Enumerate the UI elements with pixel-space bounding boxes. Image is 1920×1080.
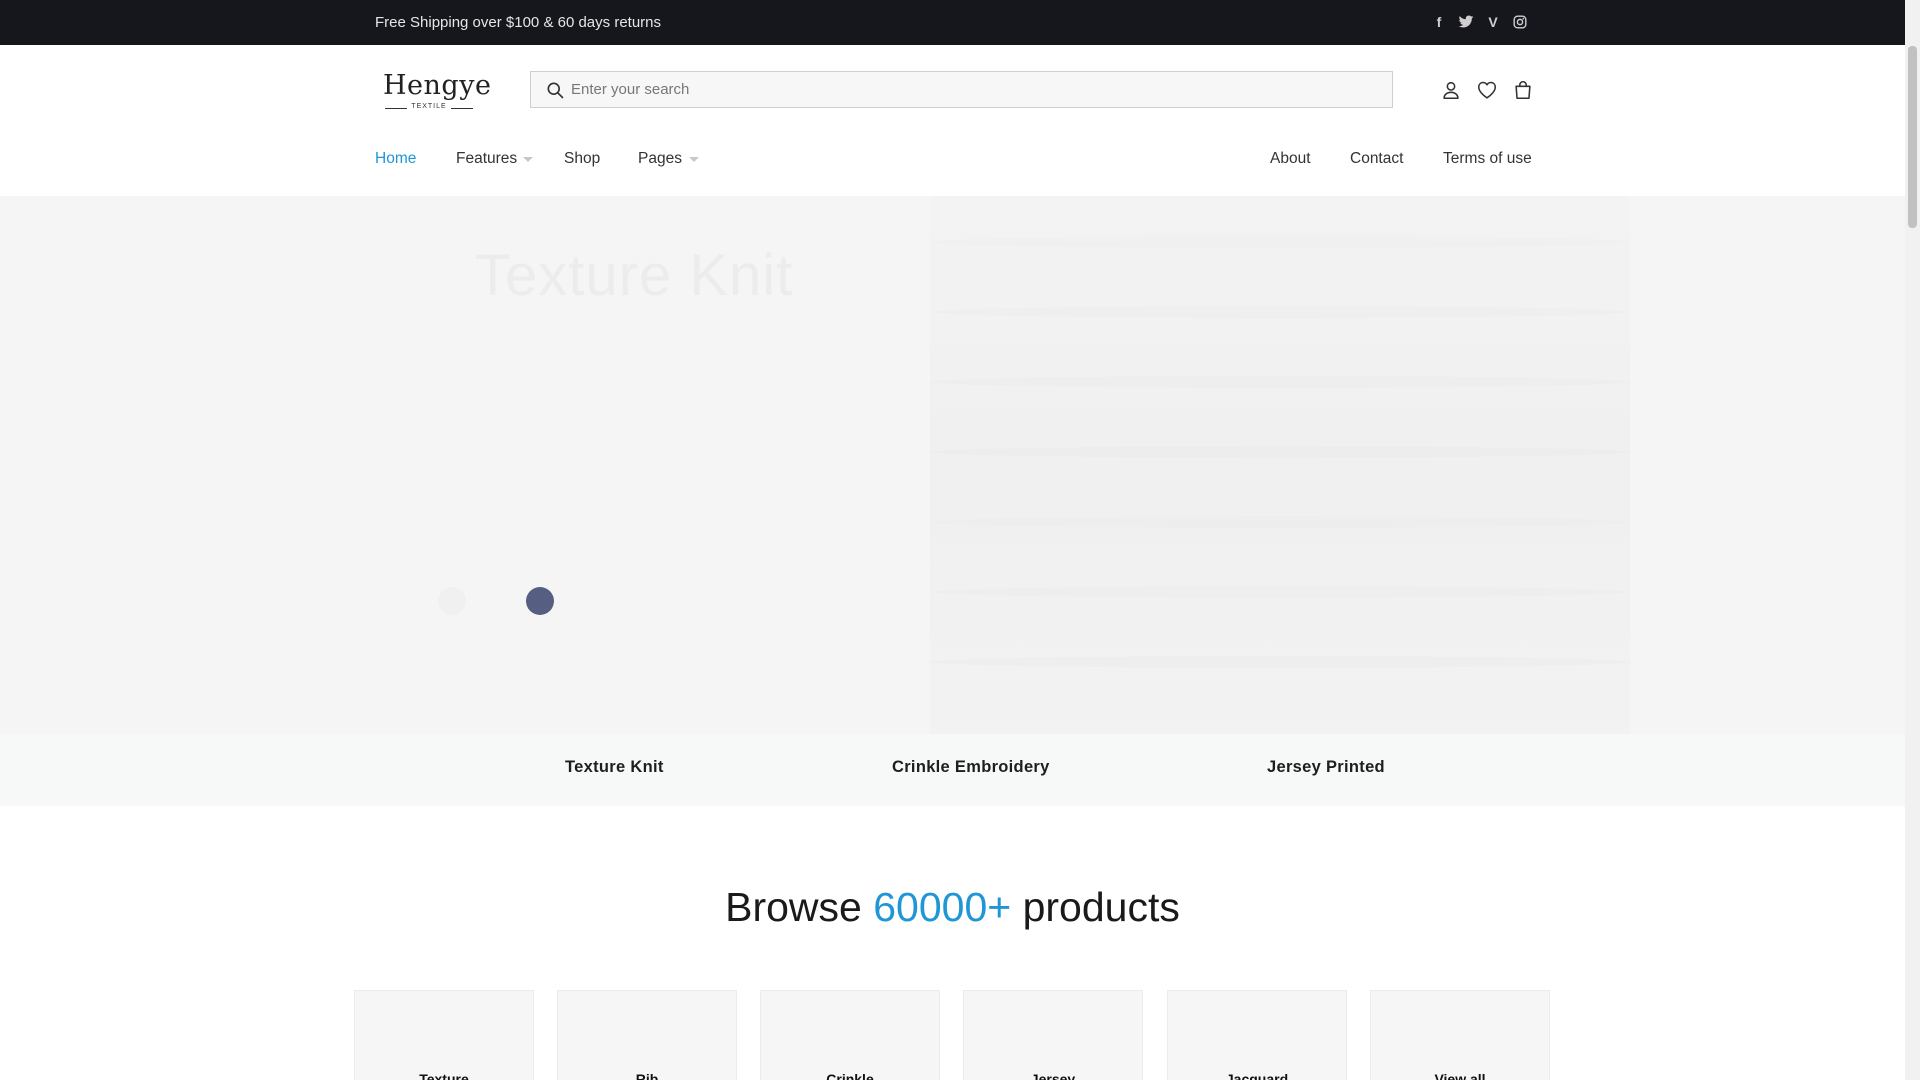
- category-card[interactable]: Crinkle: [760, 990, 940, 1080]
- search-icon[interactable]: [545, 80, 565, 100]
- category-label: View all: [1434, 1071, 1486, 1080]
- user-icon[interactable]: [1440, 79, 1462, 101]
- slider-dot[interactable]: [438, 587, 466, 615]
- nav-home[interactable]: Home: [375, 150, 416, 168]
- nav-pages[interactable]: Pages: [638, 150, 682, 168]
- hero-fabric-image: [930, 196, 1630, 734]
- category-label: Jersey: [1030, 1071, 1076, 1080]
- heart-icon[interactable]: [1476, 79, 1498, 101]
- logo-divider: [451, 108, 473, 109]
- hero-tabs: Texture Knit Crinkle Embroidery Jersey P…: [0, 734, 1905, 806]
- category-label: Rib: [635, 1071, 659, 1080]
- category-label: Jacquard: [1225, 1071, 1289, 1080]
- browse-count: 60000+: [873, 884, 1012, 930]
- logo-divider: [385, 108, 407, 109]
- category-label: Texture: [419, 1071, 469, 1080]
- nav-terms[interactable]: Terms of use: [1443, 150, 1532, 168]
- category-card[interactable]: Jacquard: [1167, 990, 1347, 1080]
- logo-subtitle: TEXTILE: [411, 103, 447, 110]
- top-announcement-bar: Free Shipping over $100 & 60 days return…: [0, 0, 1905, 45]
- browse-prefix: Browse: [725, 884, 874, 930]
- tab-jersey-printed[interactable]: Jersey Printed: [1267, 758, 1385, 777]
- nav-contact[interactable]: Contact: [1350, 150, 1403, 168]
- instagram-icon[interactable]: [1511, 13, 1529, 31]
- scrollbar-thumb[interactable]: [1908, 46, 1917, 228]
- browse-heading: Browse 60000+ products: [0, 884, 1905, 931]
- nav-shop[interactable]: Shop: [564, 150, 600, 168]
- tab-texture-knit[interactable]: Texture Knit: [565, 758, 664, 777]
- twitter-icon[interactable]: [1457, 13, 1475, 31]
- logo-name: Hengye: [383, 70, 492, 101]
- bag-icon[interactable]: [1512, 79, 1534, 101]
- nav-about[interactable]: About: [1270, 150, 1311, 168]
- chevron-down-icon[interactable]: [523, 157, 533, 162]
- shipping-promo-text: Free Shipping over $100 & 60 days return…: [375, 14, 662, 31]
- browse-suffix: products: [1011, 884, 1180, 930]
- facebook-icon[interactable]: f: [1430, 13, 1448, 31]
- nav-features[interactable]: Features: [456, 150, 517, 168]
- vimeo-icon[interactable]: V: [1484, 13, 1502, 31]
- chevron-down-icon[interactable]: [689, 157, 699, 162]
- category-card[interactable]: Texture: [354, 990, 534, 1080]
- category-label: Crinkle: [826, 1071, 874, 1080]
- slider-dot-active[interactable]: [526, 587, 554, 615]
- hero-slider: Texture Knit: [0, 196, 1905, 734]
- hero-title: Texture Knit: [475, 243, 794, 308]
- site-logo[interactable]: Hengye TEXTILE: [383, 70, 492, 114]
- category-card[interactable]: Rib: [557, 990, 737, 1080]
- page-scrollbar[interactable]: [1905, 0, 1920, 1080]
- search-input[interactable]: [571, 72, 1381, 107]
- category-card[interactable]: Jersey: [963, 990, 1143, 1080]
- search-bar: [530, 71, 1393, 108]
- category-card[interactable]: View all: [1370, 990, 1550, 1080]
- tab-crinkle-embroidery[interactable]: Crinkle Embroidery: [892, 758, 1050, 777]
